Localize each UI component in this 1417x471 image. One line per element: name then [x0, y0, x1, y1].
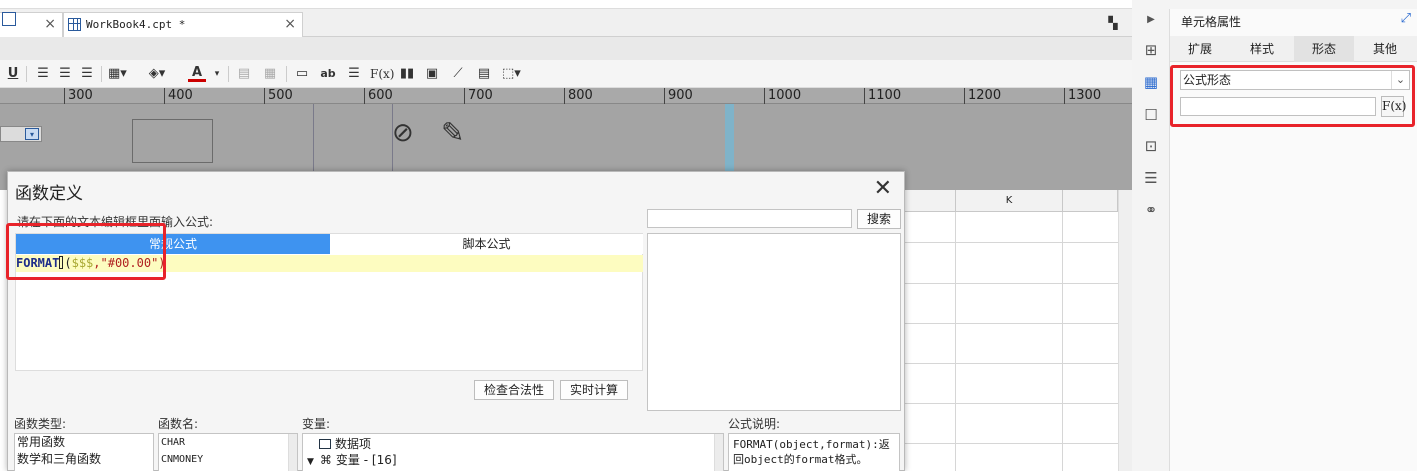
variables-label: 变量: — [302, 417, 331, 431]
align-center-icon[interactable]: ☰ — [56, 64, 74, 84]
align-left-icon[interactable]: ☰ — [34, 64, 52, 84]
formula-icon[interactable]: F(x) — [370, 64, 394, 84]
variable-icon: ⌘ — [319, 453, 332, 467]
border-icon[interactable]: ▦▾ — [108, 64, 127, 84]
column-header[interactable] — [1063, 190, 1118, 212]
spreadsheet-icon — [68, 18, 81, 31]
property-icon-bar: ▶ ⊞ ▦ ☐ ⊡ ☰ ⚭ — [1132, 9, 1170, 471]
function-definition-dialog: 函数定义 ✕ 请在下面的文本编辑框里面输入公式: 常规公式 脚本公式 FORMA… — [7, 171, 905, 471]
align-right-icon[interactable]: ☰ — [78, 64, 96, 84]
title-strip — [0, 0, 1132, 9]
tab-style[interactable]: 样式 — [1232, 36, 1292, 62]
function-type-label: 函数类型: — [14, 417, 67, 431]
tab-script-formula[interactable]: 脚本公式 — [330, 234, 643, 254]
highlight-box-formula — [6, 223, 166, 280]
more-insert-icon[interactable]: ⬚▾ — [502, 64, 521, 84]
search-results-list[interactable] — [647, 233, 901, 411]
list-item[interactable]: 常用函数 — [15, 434, 153, 451]
text-icon[interactable]: ab — [319, 64, 337, 84]
font-color-icon[interactable]: A — [188, 64, 206, 82]
column-header-k[interactable]: K — [956, 190, 1063, 212]
ruler-tick: 1200 — [964, 88, 1001, 104]
ruler-tick: 500 — [264, 88, 293, 104]
edit-pencil-icon[interactable]: ✎ — [441, 116, 464, 149]
combo-widget[interactable]: ▾ — [0, 126, 42, 142]
tab-form[interactable]: 形态 — [1294, 36, 1354, 62]
ruler-tick: 900 — [664, 88, 693, 104]
search-button[interactable]: 搜索 — [857, 209, 901, 229]
variables-tree[interactable]: 数据项 ▼ ⌘ 变量 - [16] — [302, 433, 724, 471]
image-icon[interactable]: ▣ — [423, 64, 441, 84]
cell-attribute-icon[interactable]: ▦ — [1142, 73, 1160, 91]
ruler-tick: 1000 — [764, 88, 801, 104]
description-label: 公式说明: — [728, 417, 781, 431]
fill-color-icon[interactable]: ◈▾ — [148, 64, 166, 84]
list-item[interactable]: CNMONEY — [159, 451, 297, 468]
collapse-chevron-icon[interactable]: ▶ — [1142, 11, 1160, 29]
list-item[interactable]: CHAR — [159, 434, 297, 451]
float-element-icon[interactable]: ☐ — [1142, 106, 1160, 124]
merge-cells-icon[interactable]: ▤ — [235, 64, 253, 84]
expand-arrow-icon[interactable]: ⤢ — [1401, 11, 1411, 26]
tab-other[interactable]: 其他 — [1355, 36, 1415, 62]
unmerge-cells-icon[interactable]: ▦ — [261, 64, 279, 84]
tree-item-label: 数据项 — [335, 437, 372, 451]
font-color-dropdown-icon[interactable]: ▾ — [208, 64, 226, 84]
tree-item-variables[interactable]: ▼ ⌘ 变量 - [16] — [307, 452, 397, 468]
tab-label: WorkBook4.cpt * — [86, 18, 186, 31]
ruler-tick: 400 — [164, 88, 193, 104]
tree-item-label: 变量 - [16] — [335, 453, 397, 467]
rich-text-icon[interactable]: ☰ — [345, 64, 363, 84]
ruler-tick: 300 — [64, 88, 93, 104]
hide-eye-icon[interactable]: ⊘ — [392, 118, 414, 148]
panel-tab-bar: 扩展 样式 形态 其他 — [1170, 36, 1417, 62]
condition-attribute-icon[interactable]: ☰ — [1142, 169, 1160, 187]
title-strip-right — [1132, 0, 1417, 9]
ruler-tick: 1100 — [864, 88, 901, 104]
function-name-label: 函数名: — [158, 417, 199, 431]
horizontal-ruler: 300 400 500 600 700 800 900 1000 1100 12… — [0, 88, 1132, 104]
paint-format-icon[interactable]: ▚ — [1104, 13, 1122, 33]
format-toolbar: U ☰ ☰ ☰ ▦▾ ◈▾ A ▾ ▤ ▦ ▭ ab ☰ F(x) ▮▮ ▣ ⟋… — [0, 60, 1132, 88]
highlight-box-panel — [1170, 65, 1415, 127]
report-icon[interactable] — [2, 12, 16, 26]
chart-icon[interactable]: ▮▮ — [398, 64, 416, 84]
cell-element-icon[interactable]: ⊞ — [1142, 41, 1160, 59]
function-type-list[interactable]: 常用函数 数学和三角函数 — [14, 433, 154, 471]
ruler-tick: 1300 — [1064, 88, 1101, 104]
tab-close-icon[interactable]: × — [284, 13, 296, 36]
ruler-tick: 800 — [564, 88, 593, 104]
check-validity-button[interactable]: 检查合法性 — [474, 380, 554, 400]
hyperlink-icon[interactable]: ⚭ — [1142, 201, 1160, 219]
description-line: FORMAT(object,format):返 — [733, 438, 890, 451]
dropdown-arrow-icon[interactable]: ▾ — [25, 128, 39, 140]
panel-title: 单元格属性 — [1181, 15, 1242, 29]
widget-settings-icon[interactable]: ⊡ — [1142, 137, 1160, 155]
subreport-icon[interactable]: ▤ — [475, 64, 493, 84]
expand-arrow-icon[interactable]: ▼ — [307, 457, 314, 467]
widget-placeholder[interactable] — [132, 119, 213, 163]
scrollbar[interactable] — [288, 434, 297, 471]
function-search-input[interactable] — [647, 209, 852, 228]
slash-icon[interactable]: ⟋ — [449, 64, 467, 84]
tree-item-data-items[interactable]: 数据项 — [319, 436, 371, 452]
description-line: 回object的format格式。 — [733, 453, 868, 466]
formula-description: FORMAT(object,format):返 回object的format格式… — [728, 433, 900, 471]
tab-workbook4[interactable]: WorkBook4.cpt * × — [63, 12, 303, 37]
tab-close-icon[interactable]: × — [44, 13, 56, 36]
vertical-scrollbar[interactable] — [1118, 190, 1132, 471]
table-icon — [319, 439, 331, 449]
document-tab-bar: × WorkBook4.cpt * × ▚ — [0, 9, 1132, 37]
text-cell-icon[interactable]: ▭ — [293, 64, 311, 84]
function-name-list[interactable]: CHAR CNMONEY — [158, 433, 298, 471]
underline-icon[interactable]: U — [4, 64, 22, 84]
list-item[interactable]: 数学和三角函数 — [15, 451, 153, 468]
tab-expand[interactable]: 扩展 — [1170, 36, 1230, 62]
ruler-tick: 600 — [364, 88, 393, 104]
ruler-tick: 700 — [464, 88, 493, 104]
dialog-title: 函数定义 — [15, 184, 83, 204]
close-icon[interactable]: ✕ — [874, 176, 892, 201]
realtime-calc-button[interactable]: 实时计算 — [560, 380, 628, 400]
scrollbar[interactable] — [714, 434, 723, 471]
